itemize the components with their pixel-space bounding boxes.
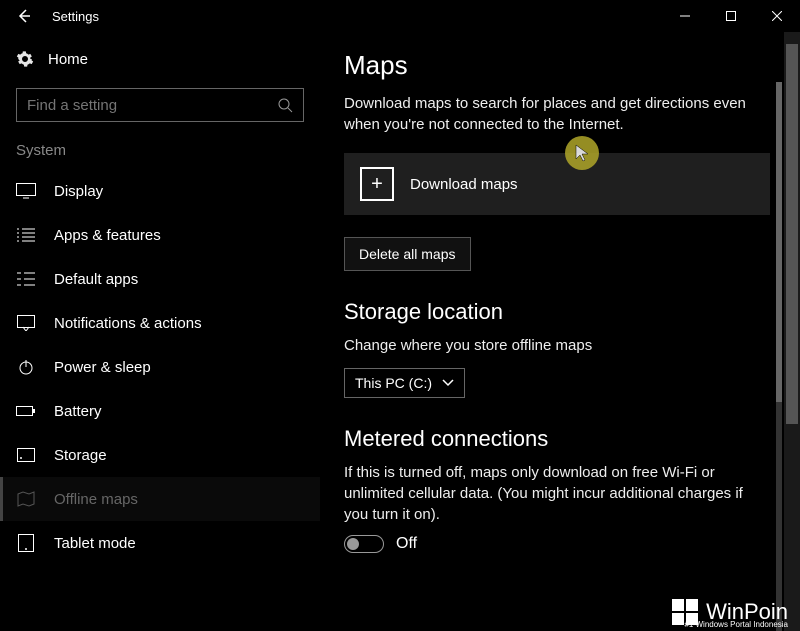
back-arrow-icon: [16, 8, 32, 24]
sidebar-item-label: Power & sleep: [54, 359, 151, 376]
plus-icon: +: [360, 167, 394, 201]
storage-description: Change where you store offline maps: [344, 335, 770, 356]
content-scrollbar[interactable]: [776, 82, 782, 631]
search-icon: [277, 97, 293, 113]
home-nav[interactable]: Home: [0, 40, 320, 78]
storage-heading: Storage location: [344, 299, 770, 325]
search-input[interactable]: [16, 88, 304, 122]
tablet-icon: [18, 534, 34, 552]
search-field[interactable]: [27, 97, 277, 114]
download-maps-label: Download maps: [410, 176, 518, 193]
close-button[interactable]: [754, 0, 800, 32]
metered-toggle-label: Off: [396, 535, 417, 553]
watermark: WinPoin #1 Windows Portal Indonesia: [672, 599, 788, 625]
sidebar-item-battery[interactable]: Battery: [0, 389, 320, 433]
minimize-button[interactable]: [662, 0, 708, 32]
cursor-highlight: [565, 136, 599, 170]
storage-icon: [17, 448, 35, 462]
sidebar-item-apps[interactable]: Apps & features: [0, 213, 320, 257]
sidebar-item-label: Apps & features: [54, 227, 161, 244]
list-icon: [17, 228, 35, 242]
maximize-button[interactable]: [708, 0, 754, 32]
map-icon: [17, 491, 35, 507]
metered-heading: Metered connections: [344, 426, 770, 452]
sidebar-item-label: Battery: [54, 403, 102, 420]
scrollbar-thumb[interactable]: [776, 82, 782, 402]
maps-description: Download maps to search for places and g…: [344, 93, 770, 135]
chevron-down-icon: [442, 379, 454, 387]
delete-all-maps-button[interactable]: Delete all maps: [344, 237, 471, 271]
maximize-icon: [726, 11, 736, 21]
notification-icon: [17, 315, 35, 331]
page-title: Maps: [344, 50, 770, 81]
back-button[interactable]: [0, 0, 48, 32]
titlebar: Settings: [0, 0, 800, 32]
window-controls: [662, 0, 800, 32]
metered-toggle[interactable]: [344, 535, 384, 553]
sidebar-item-tablet[interactable]: Tablet mode: [0, 521, 320, 565]
sidebar-item-label: Notifications & actions: [54, 315, 202, 332]
sidebar-item-label: Tablet mode: [54, 535, 136, 552]
storage-location-select[interactable]: This PC (C:): [344, 368, 465, 398]
defaults-icon: [17, 272, 35, 286]
download-maps-tile[interactable]: + Download maps: [344, 153, 770, 215]
sidebar-item-offline-maps[interactable]: Offline maps: [0, 477, 320, 521]
metered-description: If this is turned off, maps only downloa…: [344, 462, 770, 525]
battery-icon: [16, 405, 36, 417]
cursor-icon: [575, 144, 589, 162]
sidebar-item-notifications[interactable]: Notifications & actions: [0, 301, 320, 345]
minimize-icon: [680, 11, 690, 21]
sidebar-item-display[interactable]: Display: [0, 169, 320, 213]
sidebar: Home System Display Apps & features Defa…: [0, 32, 320, 631]
storage-location-value: This PC (C:): [355, 375, 432, 391]
display-icon: [16, 183, 36, 199]
gear-icon: [16, 50, 34, 68]
sidebar-item-label: Storage: [54, 447, 107, 464]
main-content: Maps Download maps to search for places …: [320, 32, 800, 631]
watermark-tagline: #1 Windows Portal Indonesia: [684, 620, 788, 629]
window-title: Settings: [48, 9, 99, 24]
power-icon: [18, 359, 34, 375]
sidebar-item-label: Display: [54, 183, 103, 200]
sidebar-item-default-apps[interactable]: Default apps: [0, 257, 320, 301]
home-label: Home: [48, 51, 88, 68]
close-icon: [772, 11, 782, 21]
sidebar-item-label: Offline maps: [54, 491, 138, 508]
scrollbar-thumb[interactable]: [786, 44, 798, 424]
window-scrollbar[interactable]: [784, 32, 800, 631]
sidebar-item-label: Default apps: [54, 271, 138, 288]
sidebar-item-power[interactable]: Power & sleep: [0, 345, 320, 389]
category-label: System: [0, 136, 320, 169]
sidebar-item-storage[interactable]: Storage: [0, 433, 320, 477]
